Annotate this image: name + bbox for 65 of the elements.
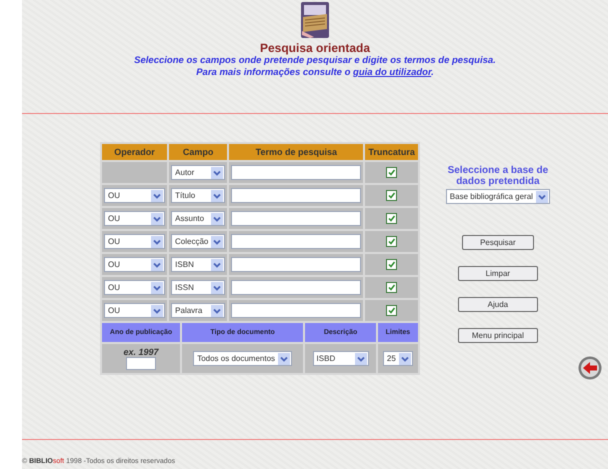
dropdown[interactable]: 25 [382,351,413,366]
caret-icon [354,352,367,364]
dropdown[interactable]: Todos os documentos [193,351,292,366]
caret-icon [151,212,163,224]
checkbox[interactable] [386,282,398,293]
dropdown[interactable]: ISBN [171,257,226,272]
dropdown[interactable]: Autor [171,165,226,180]
guide-link[interactable]: guia do utilizador [353,67,432,78]
drawer-icon [300,1,330,39]
page-title: Pesquisa orientada [258,41,372,55]
column-header: Operador [102,144,167,160]
search-term-field[interactable] [231,234,362,249]
help-text: Para mais informações consulte o guia do utilizador. [195,67,435,79]
caret-icon [398,352,411,364]
dropdown[interactable]: Título [171,188,226,203]
form-button[interactable]: Ajuda [458,297,538,312]
year-field[interactable] [126,357,156,370]
dropdown[interactable]: Palavra [171,303,226,318]
column-header: Campo [169,144,228,160]
caret-icon [211,212,224,224]
search-term-field[interactable] [231,188,362,203]
caret-icon [211,282,224,294]
caret-icon [536,190,548,202]
checkbox[interactable] [386,190,398,201]
dropdown[interactable]: OU [104,211,165,226]
checkbox[interactable] [386,236,398,247]
caret-icon [151,236,163,248]
checkbox[interactable] [386,305,398,316]
column-header: Termo de pesquisa [229,144,364,160]
caret-icon [211,166,224,178]
caret-icon [211,304,224,316]
search-term-field[interactable] [231,280,362,295]
search-term-field[interactable] [231,165,362,180]
year-hint: ex. 1997 [122,347,160,357]
dropdown[interactable]: OU [104,280,165,295]
caret-icon [211,236,224,248]
caret-icon [151,190,163,202]
instruction-text: Seleccione os campos onde pretende pesquisar e digite os termos de pesquisa. [133,55,497,67]
column-header: Truncatura [365,144,418,160]
dropdown[interactable]: OU [104,188,165,203]
dropdown[interactable]: ISSN [171,280,226,295]
form-button[interactable]: Pesquisar [462,235,534,250]
dropdown[interactable]: OU [104,257,165,272]
search-term-field[interactable] [231,257,362,272]
dropdown[interactable]: OU [104,234,165,249]
dropdown[interactable]: Colecção [171,234,226,249]
checkbox[interactable] [386,167,398,178]
database-label: Seleccione a base de dados pretendida [446,165,550,187]
caret-icon [151,304,163,316]
dropdown[interactable]: Base bibliográfica geral [446,189,550,204]
dropdown[interactable]: OU [104,303,165,318]
caret-icon [211,190,224,202]
dropdown[interactable]: ISBD [312,351,369,366]
dropdown[interactable]: Assunto [171,211,226,226]
checkbox[interactable] [386,259,398,270]
caret-icon [211,258,224,270]
caret-icon [151,282,163,294]
back-button[interactable] [578,356,602,380]
caret-icon [278,352,290,364]
search-term-field[interactable] [231,211,362,226]
form-button[interactable]: Menu principal [458,328,538,343]
caret-icon [151,258,163,270]
checkbox[interactable] [386,213,398,224]
form-button[interactable]: Limpar [458,266,538,281]
search-term-field[interactable] [231,303,362,318]
